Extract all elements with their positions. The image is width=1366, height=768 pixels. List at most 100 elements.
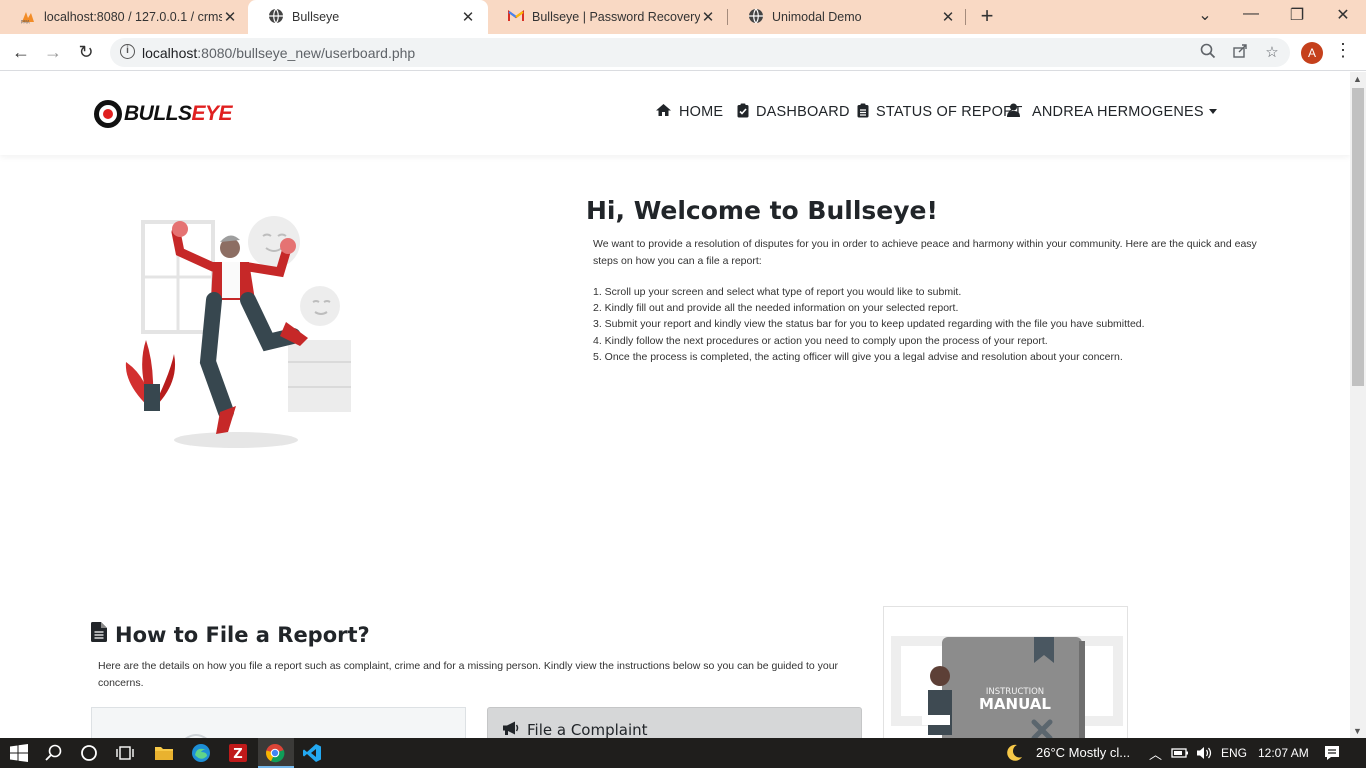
restore-icon[interactable]: ❐ [1286, 5, 1308, 25]
tab-phpmyadmin[interactable]: PMA localhost:8080 / 127.0.0.1 / crms_ ✕ [0, 0, 250, 34]
windows-taskbar: Z 26°C Mostly cl... ︿ ENG 12:07 AM [0, 738, 1366, 768]
instruction-manual-card[interactable]: INSTRUCTION MANUAL [883, 606, 1128, 738]
step-item: 3. Submit your report and kindly view th… [593, 318, 1145, 331]
nav-user-label: ANDREA HERMOGENES [1032, 103, 1204, 120]
file-complaint-card[interactable]: File a Complaint [487, 707, 862, 738]
page-scrollbar[interactable]: ▲ ▼ [1350, 72, 1366, 738]
clipboard-check-icon [737, 103, 749, 121]
filezilla-icon[interactable]: Z [228, 742, 250, 764]
profile-avatar[interactable]: A [1301, 42, 1323, 64]
clock-time[interactable]: 12:07 AM [1258, 746, 1309, 760]
task-view-icon[interactable] [116, 742, 138, 764]
url-path: :8080/bullseye_new/userboard.php [197, 45, 416, 61]
file-complaint-title: File a Complaint [527, 721, 648, 738]
notification-center-icon[interactable] [1323, 742, 1345, 764]
windows-start-icon[interactable] [10, 742, 32, 764]
file-explorer-icon[interactable] [154, 742, 176, 764]
language-indicator[interactable]: ENG [1221, 746, 1247, 760]
tab-separator [965, 9, 966, 25]
browser-toolbar: ← → ↻ i localhost:8080/bullseye_new/user… [0, 34, 1366, 71]
instruction-manual-illustration: INSTRUCTION MANUAL [891, 636, 1123, 738]
howto-title-text: How to File a Report? [115, 622, 370, 647]
zoom-icon[interactable] [1198, 43, 1218, 63]
manual-line2: MANUAL [979, 695, 1051, 713]
dropdown-caret-icon [1208, 109, 1217, 114]
battery-icon[interactable] [1171, 742, 1193, 764]
new-tab-button[interactable]: + [976, 5, 998, 27]
nav-dashboard-label: DASHBOARD [756, 104, 850, 120]
reload-icon[interactable]: ↻ [75, 41, 97, 63]
welcome-title: Hi, Welcome to Bullseye! [586, 196, 938, 225]
scroll-down-icon[interactable]: ▼ [1353, 726, 1362, 736]
tab-strip: PMA localhost:8080 / 127.0.0.1 / crms_ ✕… [0, 0, 1366, 34]
howto-description: Here are the details on how you file a r… [98, 660, 839, 689]
file-document-icon [91, 622, 107, 647]
chevron-up-icon[interactable]: ︿ [1149, 744, 1162, 763]
welcome-intro: We want to provide a resolution of dispu… [593, 238, 1257, 267]
tab-search-icon[interactable]: ⌄ [1194, 5, 1216, 25]
tab-gmail[interactable]: Bullseye | Password Recovery Link ✕ [488, 0, 728, 34]
svg-text:Z: Z [233, 747, 242, 762]
report-card-left [91, 707, 466, 738]
url-host: localhost [142, 45, 198, 61]
globe-icon [268, 8, 284, 27]
minimize-icon[interactable]: — [1240, 5, 1262, 23]
tab-title: Bullseye | Password Recovery Link [532, 10, 700, 24]
nav-home[interactable]: HOME [655, 103, 723, 120]
nav-status-of-report[interactable]: STATUS OF REPORT [857, 103, 1023, 121]
nav-home-label: HOME [679, 103, 724, 120]
page-viewport: BULLSEYE HOME DASHBOARD STATUS OF REPORT… [0, 72, 1350, 738]
celebrating-man-illustration [108, 212, 358, 452]
search-icon[interactable] [45, 742, 67, 764]
volume-icon[interactable] [1195, 742, 1217, 764]
cortana-icon[interactable] [80, 742, 102, 764]
weather-moon-icon[interactable] [1004, 742, 1026, 764]
step-item: 2. Kindly fill out and provide all the n… [593, 302, 959, 315]
site-info-icon[interactable]: i [120, 44, 135, 59]
site-navbar: BULLSEYE HOME DASHBOARD STATUS OF REPORT… [0, 72, 1350, 155]
logo-text-part1: BULLS [124, 102, 192, 125]
bookmark-star-icon[interactable]: ☆ [1262, 43, 1282, 63]
step-item: 4. Kindly follow the next procedures or … [593, 334, 1048, 347]
tab-bullseye[interactable]: Bullseye ✕ [248, 0, 488, 34]
file-complaint-header: File a Complaint [502, 721, 648, 738]
nav-status-label: STATUS OF REPORT [876, 104, 1023, 120]
close-icon[interactable]: ✕ [700, 8, 716, 26]
url-text[interactable]: localhost:8080/bullseye_new/userboard.ph… [142, 45, 415, 61]
logo-text-part2: EYE [191, 102, 233, 125]
close-icon[interactable]: ✕ [222, 8, 238, 26]
chrome-icon[interactable] [265, 742, 287, 764]
tab-title: Unimodal Demo [772, 10, 862, 24]
bullseye-logo[interactable]: BULLSEYE [94, 100, 233, 128]
back-icon[interactable]: ← [10, 41, 32, 63]
logo-text: BULLSEYE [124, 102, 233, 126]
nav-dashboard[interactable]: DASHBOARD [737, 103, 850, 121]
phpmyadmin-icon: PMA [20, 10, 36, 25]
user-icon [1007, 103, 1020, 120]
tab-unimodal[interactable]: Unimodal Demo ✕ [728, 0, 968, 34]
steps-list: 1. Scroll up your screen and select what… [593, 284, 1283, 365]
megaphone-icon [502, 721, 519, 738]
vscode-icon[interactable] [302, 742, 324, 764]
tab-title: localhost:8080 / 127.0.0.1 / crms_ [44, 10, 222, 24]
tab-title: Bullseye [292, 10, 340, 24]
close-icon[interactable]: ✕ [460, 8, 476, 26]
clipboard-list-icon [857, 103, 869, 121]
forward-icon[interactable]: → [42, 41, 64, 63]
close-window-icon[interactable]: ✕ [1332, 5, 1354, 25]
card-illustration-partial [185, 734, 207, 738]
weather-text[interactable]: 26°C Mostly cl... [1036, 745, 1130, 760]
gmail-icon [508, 9, 524, 25]
svg-text:PMA: PMA [21, 20, 30, 25]
home-icon [655, 103, 672, 120]
edge-icon[interactable] [191, 742, 213, 764]
menu-kebab-icon[interactable]: ⋮ [1334, 40, 1352, 61]
address-bar[interactable]: i localhost:8080/bullseye_new/userboard.… [110, 38, 1290, 67]
scrollbar-thumb[interactable] [1352, 88, 1364, 386]
scroll-up-icon[interactable]: ▲ [1353, 74, 1362, 84]
howto-heading: How to File a Report? [91, 622, 370, 647]
close-icon[interactable]: ✕ [940, 8, 956, 26]
target-logo-icon [94, 100, 122, 128]
nav-user-dropdown[interactable]: ANDREA HERMOGENES [1007, 103, 1217, 120]
share-icon[interactable] [1230, 43, 1250, 63]
